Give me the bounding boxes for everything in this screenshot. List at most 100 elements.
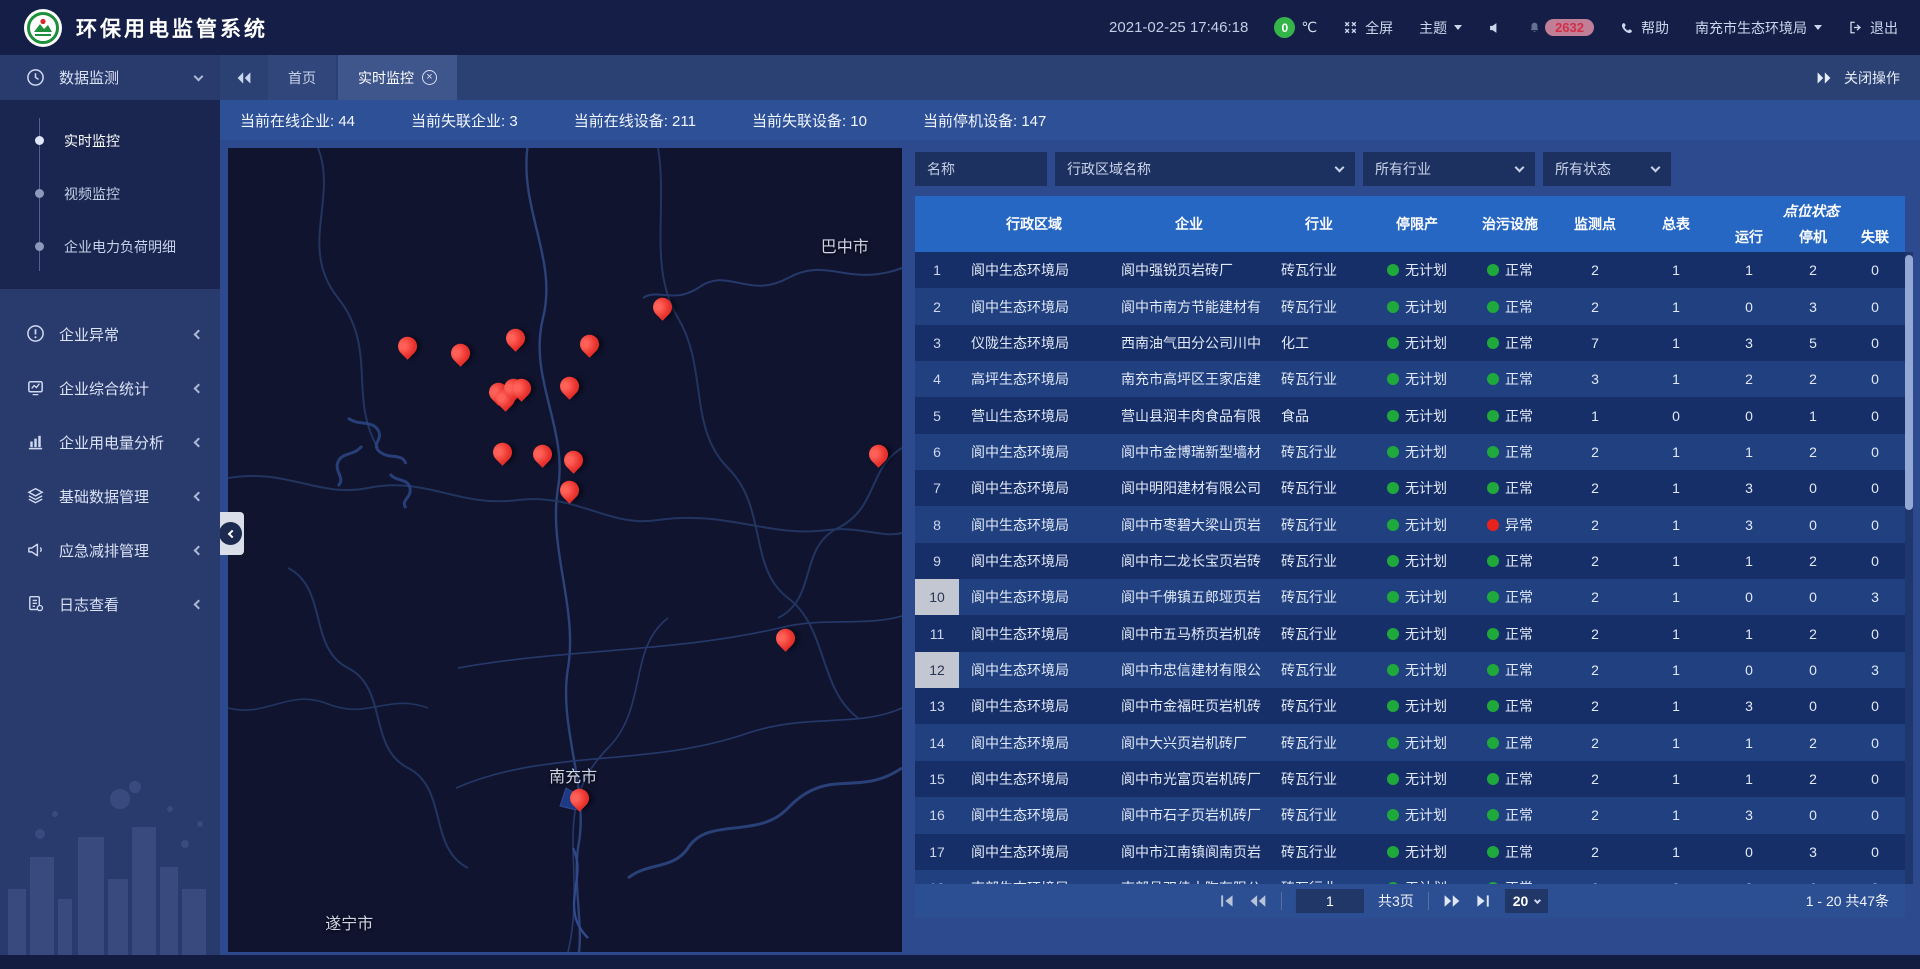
- help-button[interactable]: 帮助: [1620, 18, 1669, 38]
- table-row[interactable]: 8阆中生态环境局阆中市枣碧大梁山页岩砖瓦行业无计划异常21300: [915, 506, 1905, 542]
- sidebar-item-enterprise-power-analysis[interactable]: 企业用电量分析: [0, 415, 220, 469]
- region-filter-select[interactable]: 行政区域名称: [1055, 152, 1355, 186]
- map-pin[interactable]: [450, 342, 472, 364]
- close-operations-button[interactable]: 关闭操作: [1844, 68, 1900, 88]
- first-page-button[interactable]: [1219, 894, 1235, 908]
- table-row[interactable]: 16阆中生态环境局阆中市石子页岩机砖厂砖瓦行业无计划正常21300: [915, 797, 1905, 833]
- cell-industry: 砖瓦行业: [1269, 288, 1369, 324]
- table-row[interactable]: 10阆中生态环境局阆中千佛镇五郎垭页岩砖瓦行业无计划正常21003: [915, 579, 1905, 615]
- status-label: 正常: [1505, 297, 1533, 317]
- sidebar-subitem-video-monitoring[interactable]: 视频监控: [0, 167, 220, 220]
- last-page-button[interactable]: [1475, 894, 1491, 908]
- table-row[interactable]: 5营山生态环境局营山县润丰肉食品有限食品无计划正常10010: [915, 397, 1905, 433]
- map-pin[interactable]: [774, 628, 796, 650]
- scrollbar-thumb[interactable]: [1905, 255, 1913, 510]
- scroll-tabs-left-button[interactable]: [220, 55, 268, 100]
- cell-company: 阆中市金福旺页岩机砖: [1109, 688, 1269, 724]
- status-dot: [1387, 846, 1399, 858]
- chevron-left-icon: [194, 545, 204, 555]
- cell-industry: 砖瓦行业: [1269, 724, 1369, 760]
- horn-icon: [26, 540, 46, 560]
- volume-button[interactable]: [1488, 21, 1502, 35]
- map-pin[interactable]: [396, 336, 418, 358]
- cell-region: 阆中生态环境局: [959, 506, 1109, 542]
- theme-dropdown[interactable]: 主题: [1419, 18, 1462, 38]
- table-row[interactable]: 6阆中生态环境局阆中市金博瑞新型墙材砖瓦行业无计划正常21120: [915, 434, 1905, 470]
- sidebar-item-enterprise-statistics[interactable]: 企业综合统计: [0, 361, 220, 415]
- cell-facility: 正常: [1465, 724, 1555, 760]
- table-row[interactable]: 4高坪生态环境局南充市高坪区王家店建砖瓦行业无计划正常31220: [915, 361, 1905, 397]
- prev-page-button[interactable]: [1249, 894, 1267, 908]
- logout-button[interactable]: 退出: [1848, 18, 1898, 38]
- table-row[interactable]: 2阆中生态环境局阆中市南方节能建材有砖瓦行业无计划正常21030: [915, 288, 1905, 324]
- table-scrollbar[interactable]: [1905, 252, 1913, 884]
- sidebar-item-enterprise-abnormal[interactable]: 企业异常: [0, 307, 220, 361]
- table-row[interactable]: 1阆中生态环境局阆中强锐页岩砖厂砖瓦行业无计划正常21120: [915, 252, 1905, 288]
- table-row[interactable]: 9阆中生态环境局阆中市二龙长宝页岩砖砖瓦行业无计划正常21120: [915, 543, 1905, 579]
- map-pin[interactable]: [558, 480, 580, 502]
- tab-list: 首页实时监控×: [268, 55, 459, 100]
- table-row[interactable]: 15阆中生态环境局阆中市光富页岩机砖厂砖瓦行业无计划正常21120: [915, 761, 1905, 797]
- next-page-button[interactable]: [1443, 894, 1461, 908]
- status-dot: [1387, 482, 1399, 494]
- map[interactable]: 巴中市南充市遂宁市: [228, 148, 902, 952]
- map-pin[interactable]: [578, 334, 600, 356]
- cell-meters: 1: [1635, 688, 1717, 724]
- table-row[interactable]: 18南部生态环境局南部县双佳土陶有限公砖瓦行业无计划正常60060: [915, 870, 1905, 884]
- sidebar-item-label: 企业用电量分析: [59, 432, 195, 453]
- status-label: 正常: [1505, 442, 1533, 462]
- table-row[interactable]: 13阆中生态环境局阆中市金福旺页岩机砖砖瓦行业无计划正常21300: [915, 688, 1905, 724]
- cell-company: 阆中市光富页岩机砖厂: [1109, 761, 1269, 797]
- cell-no: 10: [915, 579, 959, 615]
- status-label: 正常: [1505, 333, 1533, 353]
- cell-region: 仪陇生态环境局: [959, 325, 1109, 361]
- status-filter-select[interactable]: 所有状态: [1543, 152, 1671, 186]
- status-label: 无计划: [1405, 406, 1447, 426]
- tab-首页[interactable]: 首页: [268, 55, 336, 100]
- sidebar-subitem-realtime-monitoring[interactable]: 实时监控: [0, 114, 220, 167]
- status-dot: [1387, 446, 1399, 458]
- scroll-tabs-right-button[interactable]: [1816, 71, 1832, 85]
- map-pin[interactable]: [505, 328, 527, 350]
- map-collapse-button[interactable]: [217, 512, 244, 555]
- org-dropdown[interactable]: 南充市生态环境局: [1695, 18, 1822, 38]
- status-dot: [1387, 264, 1399, 276]
- tab-实时监控[interactable]: 实时监控×: [338, 55, 457, 100]
- table-row[interactable]: 17阆中生态环境局阆中市江南镇阆南页岩砖瓦行业无计划正常21030: [915, 834, 1905, 870]
- map-pin[interactable]: [867, 444, 889, 466]
- alarm-indicator[interactable]: 2632: [1528, 19, 1594, 36]
- page-input[interactable]: [1296, 889, 1364, 913]
- alarm-count-badge: 2632: [1545, 19, 1594, 36]
- status-label: 正常: [1505, 369, 1533, 389]
- map-pin[interactable]: [651, 297, 673, 319]
- close-icon[interactable]: ×: [422, 70, 437, 85]
- map-pin[interactable]: [492, 442, 514, 464]
- sidebar-item-log-view[interactable]: 日志查看: [0, 577, 220, 631]
- table-row[interactable]: 12阆中生态环境局阆中市忠信建材有限公砖瓦行业无计划正常21003: [915, 652, 1905, 688]
- page-size-select[interactable]: 20: [1505, 889, 1549, 913]
- sidebar-item-emergency-reduction[interactable]: 应急减排管理: [0, 523, 220, 577]
- cell-company: 阆中市五马桥页岩机砖: [1109, 615, 1269, 651]
- table-row[interactable]: 7阆中生态环境局阆中明阳建材有限公司砖瓦行业无计划正常21300: [915, 470, 1905, 506]
- alert-icon: [26, 324, 46, 344]
- table-row[interactable]: 11阆中生态环境局阆中市五马桥页岩机砖砖瓦行业无计划正常21120: [915, 615, 1905, 651]
- map-boundaries: [228, 148, 902, 952]
- gauge-icon: [26, 68, 46, 88]
- sidebar-subitem-enterprise-power-load-detail[interactable]: 企业电力负荷明细: [0, 220, 220, 273]
- sidebar-item-data-monitoring[interactable]: 数据监测: [0, 55, 220, 100]
- map-pin[interactable]: [569, 788, 591, 810]
- table-row[interactable]: 14阆中生态环境局阆中大兴页岩机砖厂砖瓦行业无计划正常21120: [915, 724, 1905, 760]
- table-row[interactable]: 3仪陇生态环境局西南油气田分公司川中化工无计划正常71350: [915, 325, 1905, 361]
- map-pin[interactable]: [532, 444, 554, 466]
- industry-filter-select[interactable]: 所有行业: [1363, 152, 1535, 186]
- map-pin[interactable]: [562, 449, 584, 471]
- chevron-left-icon: [194, 599, 204, 609]
- sidebar-item-basic-data-management[interactable]: 基础数据管理: [0, 469, 220, 523]
- fullscreen-button[interactable]: 全屏: [1343, 18, 1393, 38]
- cell-facility: 异常: [1465, 506, 1555, 542]
- cell-region: 阆中生态环境局: [959, 834, 1109, 870]
- map-pin[interactable]: [510, 378, 532, 400]
- map-pin[interactable]: [558, 375, 580, 397]
- cell-lost: 0: [1845, 252, 1905, 288]
- name-filter-input[interactable]: [915, 152, 1047, 186]
